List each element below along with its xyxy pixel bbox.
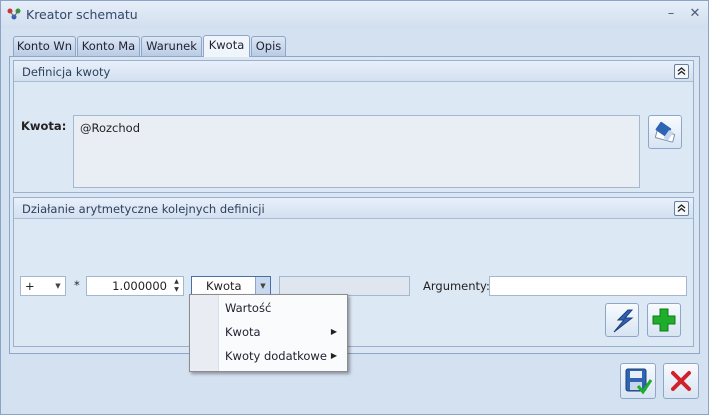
operator-value: + — [25, 279, 35, 293]
plus-icon — [652, 308, 676, 332]
tab-konto-ma[interactable]: Konto Ma — [77, 36, 140, 56]
chevron-down-icon: ▼ — [55, 282, 61, 290]
cancel-icon — [671, 371, 691, 391]
collapse-up-icon[interactable] — [674, 201, 689, 216]
app-schema-icon — [7, 8, 21, 20]
undo-button[interactable] — [605, 303, 639, 337]
multiplier-input[interactable]: 1.000000 ▲ ▼ — [86, 276, 184, 296]
title-bar: Kreator schematu – ✕ — [1, 1, 708, 28]
arithmetic-group: Działanie arytmetyczne kolejnych definic… — [13, 197, 694, 347]
tab-warunek[interactable]: Warunek — [141, 36, 202, 56]
menu-item-label: Kwoty dodatkowe — [225, 349, 327, 363]
secondary-field[interactable] — [279, 276, 410, 296]
chevron-down-icon[interactable]: ▼ — [255, 277, 270, 295]
menu-item-label: Wartość — [225, 301, 272, 315]
amount-label: Kwota: — [21, 119, 67, 133]
undo-arrow-icon — [613, 309, 634, 333]
menu-gutter — [190, 295, 219, 371]
operator-select[interactable]: + ▼ — [20, 276, 66, 296]
add-button[interactable] — [647, 303, 681, 337]
definition-group-title: Definicja kwoty — [22, 65, 111, 79]
tab-konto-wn[interactable]: Konto Wn — [13, 36, 76, 56]
submenu-arrow-icon: ▶ — [330, 351, 337, 360]
menu-item-kwoty-dodatkowe[interactable]: Kwoty dodatkowe ▶ — [219, 345, 345, 367]
arguments-input[interactable] — [489, 276, 687, 296]
save-button[interactable] — [620, 363, 656, 399]
tab-panel-kwota: Definicja kwoty Kwota: @Rozchod Działani… — [9, 56, 700, 354]
multiply-symbol: * — [74, 278, 80, 292]
eraser-edit-icon — [654, 121, 676, 143]
cancel-button[interactable] — [663, 363, 699, 399]
multiplier-value: 1.000000 — [112, 279, 167, 293]
definition-group-header: Definicja kwoty — [14, 61, 693, 82]
source-dropdown-menu: Wartość Kwota ▶ Kwoty dodatkowe ▶ — [189, 294, 348, 372]
window: Kreator schematu – ✕ Konto Wn Konto Ma W… — [0, 0, 709, 415]
tab-opis[interactable]: Opis — [251, 36, 286, 56]
amount-textarea[interactable]: @Rozchod — [73, 115, 640, 188]
menu-item-wartosc[interactable]: Wartość — [219, 297, 345, 319]
source-value: Kwota — [206, 279, 242, 293]
menu-item-label: Kwota — [225, 325, 261, 339]
submenu-arrow-icon: ▶ — [330, 327, 337, 336]
edit-formula-button[interactable] — [648, 115, 682, 149]
save-icon — [625, 368, 653, 395]
minimize-button[interactable]: – — [661, 5, 681, 23]
collapse-up-icon[interactable] — [674, 64, 689, 79]
spinner-arrows-icon[interactable]: ▲ ▼ — [171, 278, 182, 294]
arithmetic-group-header: Działanie arytmetyczne kolejnych definic… — [14, 198, 693, 219]
window-title: Kreator schematu — [26, 7, 138, 22]
source-select[interactable]: Kwota ▼ — [191, 276, 271, 296]
menu-item-kwota[interactable]: Kwota ▶ — [219, 321, 345, 343]
arguments-label: Argumenty: — [423, 279, 490, 293]
tab-kwota[interactable]: Kwota — [203, 35, 250, 57]
definition-group: Definicja kwoty Kwota: @Rozchod — [13, 60, 694, 193]
close-button[interactable]: ✕ — [685, 5, 705, 23]
arithmetic-group-title: Działanie arytmetyczne kolejnych definic… — [22, 202, 265, 216]
